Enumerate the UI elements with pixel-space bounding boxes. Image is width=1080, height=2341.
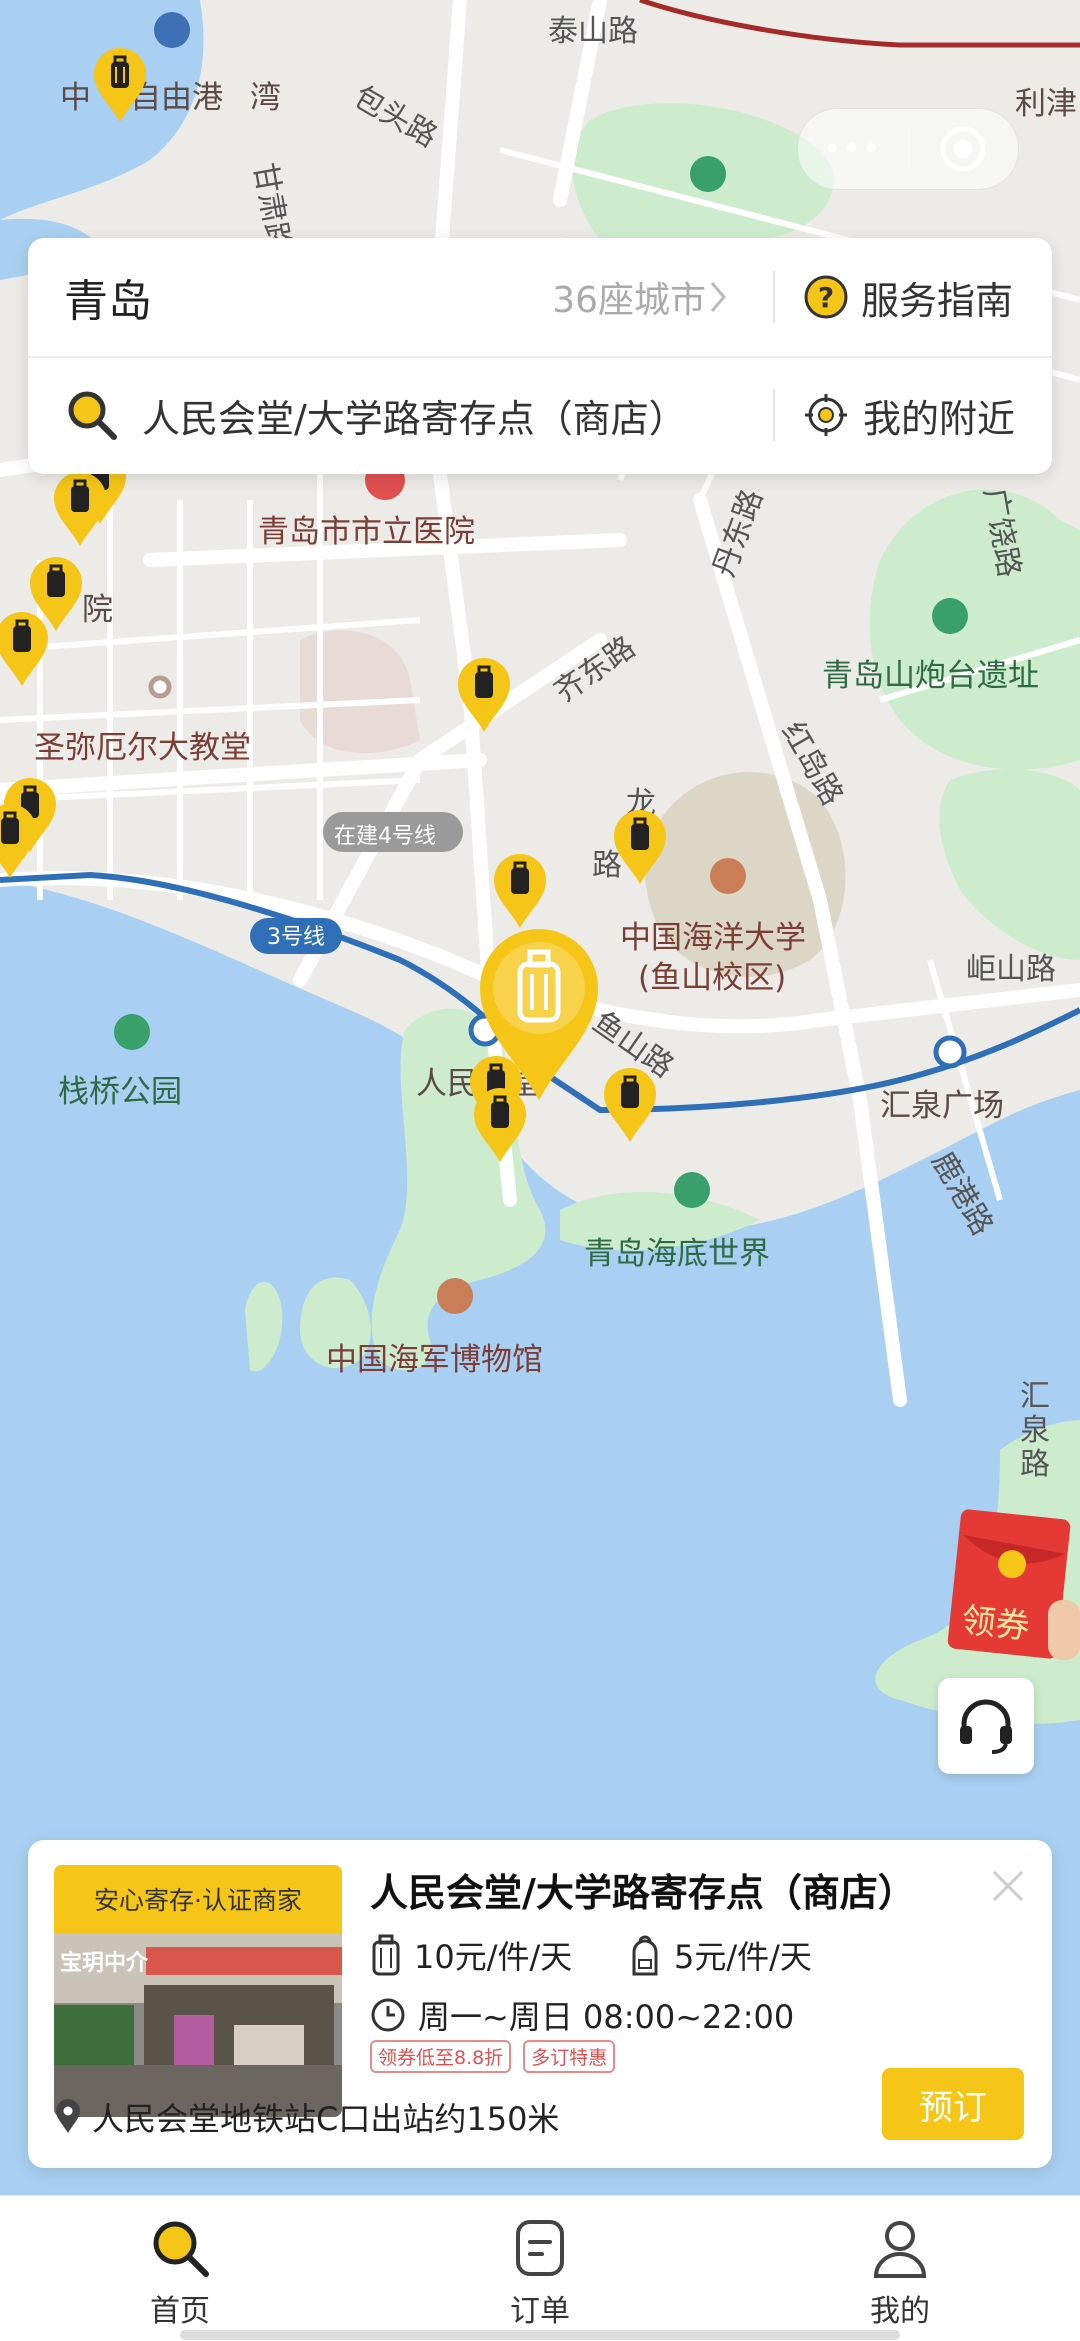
mini-program-capsule: ••• — [797, 108, 1019, 190]
service-guide-label: 服务指南 — [861, 278, 1014, 323]
store-address-text: 人民会堂地铁站C口出站约150米 — [92, 2100, 560, 2138]
map-label-zhashan-road: 岠山路 — [966, 952, 1056, 987]
coupon-button[interactable]: 领券 — [944, 1500, 1080, 1670]
luggage-pin-icon[interactable] — [0, 610, 50, 688]
store-photo[interactable]: 宝玥中介 安心寄存·认证商家 — [54, 1865, 342, 2117]
map-label-navy-museum: 中国海军博物馆 — [326, 1342, 543, 1378]
city-selector[interactable]: 36座城市 — [552, 271, 730, 323]
clock-icon — [371, 1998, 405, 2032]
service-guide-button[interactable]: ? 服务指南 — [803, 270, 1013, 325]
certified-badge: 安心寄存·认证商家 — [54, 1865, 342, 1933]
city-count-label: 36座城市 — [552, 280, 706, 321]
luggage-pin-icon[interactable] — [492, 852, 548, 930]
order-icon — [516, 2220, 564, 2276]
map-label-bay: 湾 — [250, 80, 281, 116]
book-button[interactable]: 预订 — [882, 2068, 1024, 2140]
luggage-pin-icon[interactable] — [92, 46, 148, 124]
target-circle-icon — [940, 126, 986, 172]
headset-icon — [960, 1699, 1012, 1754]
search-card: 青岛 36座城市 ? 服务指南 人民会堂/大学路寄存点（商店） 我的附近 — [28, 238, 1052, 474]
backpack-icon — [632, 1935, 658, 1976]
store-title: 人民会堂/大学路寄存点（商店） — [370, 1871, 916, 1915]
tab-profile[interactable]: 我的 — [720, 2196, 1080, 2341]
map-label-aquarium: 青岛海底世界 — [584, 1236, 770, 1272]
divider — [773, 271, 775, 323]
luggage-price: 10元/件/天 — [370, 1932, 572, 1978]
map-label-zhanqiao-park: 栈桥公园 — [58, 1074, 182, 1110]
more-menu-button[interactable]: ••• — [798, 132, 908, 167]
luggage-pin-icon[interactable] — [456, 656, 512, 734]
selected-luggage-pin-icon[interactable] — [476, 926, 602, 1104]
search-row[interactable]: 人民会堂/大学路寄存点（商店） 我的附近 — [28, 356, 1052, 474]
map-label-yuan: 院 — [82, 592, 113, 628]
locate-icon — [805, 394, 847, 436]
tab-orders-label: 订单 — [510, 2294, 570, 2329]
map-label-hospital: 青岛市市立医院 — [258, 514, 475, 550]
search-icon — [68, 391, 117, 440]
map-label-ocean-univ-campus: (鱼山校区) — [638, 960, 787, 996]
profile-icon — [873, 2221, 927, 2278]
search-input[interactable]: 人民会堂/大学路寄存点（商店） — [142, 388, 687, 443]
customer-service-button[interactable] — [938, 1678, 1034, 1774]
store-info-card[interactable]: 宝玥中介 安心寄存·认证商家 人民会堂/大学路寄存点（商店） 10元/件/天 5… — [28, 1840, 1052, 2168]
search-icon — [153, 2221, 209, 2277]
store-address: 人民会堂地铁站C口出站约150米 — [54, 2094, 559, 2140]
bottom-tab-bar: 首页 订单 我的 — [0, 2195, 1080, 2341]
svg-text:3号线: 3号线 — [267, 925, 325, 950]
luggage-pin-icon[interactable] — [602, 1066, 658, 1144]
city-name[interactable]: 青岛 — [64, 265, 152, 329]
svg-text:?: ? — [818, 281, 834, 314]
luggage-price-text: 10元/件/天 — [414, 1938, 573, 1976]
tab-orders[interactable]: 订单 — [360, 2196, 720, 2341]
close-program-button[interactable] — [909, 124, 1019, 174]
close-icon[interactable] — [986, 1864, 1030, 1908]
map-badge-line4: 在建4号线 — [334, 824, 436, 849]
map-label-zhong: 中 — [60, 80, 91, 116]
suitcase-icon — [372, 1934, 400, 1976]
promo-tag: 领券低至8.8折 — [370, 2040, 512, 2073]
nearby-button[interactable]: 我的附近 — [803, 388, 1015, 443]
backpack-price-text: 5元/件/天 — [674, 1938, 812, 1976]
home-indicator — [180, 2330, 900, 2340]
opening-hours-text: 周一~周日 08:00~22:00 — [418, 1998, 795, 2036]
tab-profile-label: 我的 — [870, 2294, 930, 2329]
promo-tag: 多订特惠 — [523, 2040, 616, 2073]
map-label-cathedral: 圣弥厄尔大教堂 — [34, 730, 251, 766]
map-label-fort-site: 青岛山炮台遗址 — [822, 658, 1039, 694]
promo-tags: 领券低至8.8折 多订特惠 — [370, 2040, 616, 2073]
map-label-lijin: 利津 — [1015, 86, 1077, 122]
map-label-huiquan-square: 汇泉广场 — [880, 1088, 1004, 1124]
nearby-label: 我的附近 — [863, 396, 1016, 441]
shop-sign: 宝玥中介 — [60, 1951, 149, 1976]
map-label-ocean-univ: 中国海洋大学 — [620, 920, 806, 956]
divider — [773, 389, 775, 441]
city-row: 青岛 36座城市 ? 服务指南 — [28, 238, 1052, 358]
map-label-taishan-road: 泰山路 — [548, 14, 638, 49]
opening-hours: 周一~周日 08:00~22:00 — [370, 1992, 794, 2038]
tab-home[interactable]: 首页 — [0, 2196, 360, 2341]
luggage-pin-icon[interactable] — [612, 808, 668, 886]
location-pin-icon — [56, 2099, 80, 2133]
backpack-price: 5元/件/天 — [628, 1932, 812, 1978]
luggage-pin-icon[interactable] — [52, 470, 108, 548]
luggage-pin-icon[interactable] — [0, 802, 38, 880]
coupon-label: 领券 — [959, 1600, 1032, 1648]
tab-home-label: 首页 — [150, 2294, 210, 2329]
help-question-icon: ? — [804, 275, 848, 319]
chevron-right-icon — [710, 282, 726, 312]
map-label-huiquan-road: 汇泉路 — [1020, 1379, 1050, 1482]
